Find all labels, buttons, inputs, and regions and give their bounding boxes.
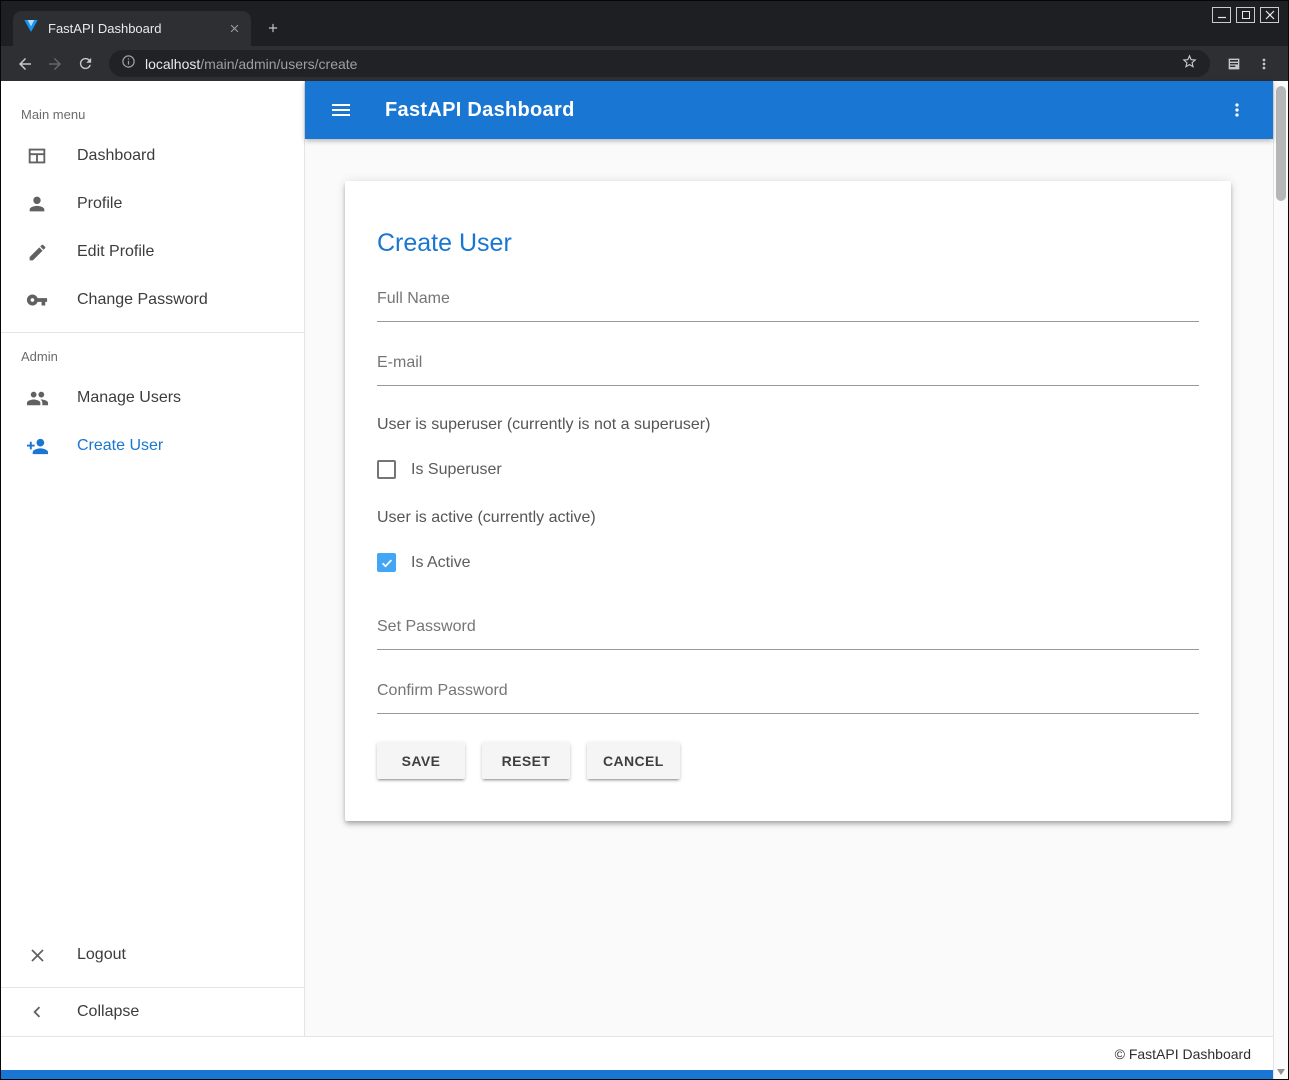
full-name-label: Full Name — [377, 290, 1199, 322]
email-field[interactable]: E-mail — [377, 354, 1199, 386]
page-title: Create User — [377, 229, 1199, 258]
new-tab-button[interactable] — [259, 14, 287, 42]
close-button[interactable] — [1260, 7, 1279, 23]
person-icon — [25, 192, 49, 216]
is-superuser-label: Is Superuser — [411, 461, 502, 479]
superuser-hint: User is superuser (currently is not a su… — [377, 416, 1199, 434]
sidebar-section-main: Main menu — [1, 91, 304, 132]
confirm-password-label: Confirm Password — [377, 682, 1199, 714]
sidebar-item-dashboard[interactable]: Dashboard — [1, 132, 304, 180]
person-add-icon — [25, 434, 49, 458]
full-name-field[interactable]: Full Name — [377, 290, 1199, 322]
pencil-icon — [25, 240, 49, 264]
sidebar: Main menu Dashboard Profile — [1, 81, 305, 1036]
is-active-checkbox[interactable] — [377, 553, 396, 572]
extensions-icon[interactable] — [1220, 50, 1248, 78]
app-bar: FastAPI Dashboard — [305, 81, 1273, 139]
is-superuser-checkbox[interactable] — [377, 460, 396, 479]
hamburger-menu-icon[interactable] — [327, 96, 355, 124]
browser-toolbar: localhost/main/admin/users/create — [1, 46, 1288, 81]
cancel-button[interactable]: CANCEL — [587, 742, 680, 779]
tab-title: FastAPI Dashboard — [48, 21, 225, 36]
window-controls — [1212, 7, 1279, 23]
email-label: E-mail — [377, 354, 1199, 386]
forward-button[interactable] — [41, 50, 69, 78]
set-password-field[interactable]: Set Password — [377, 618, 1199, 650]
maximize-button[interactable] — [1236, 7, 1255, 23]
sidebar-item-create-user[interactable]: Create User — [1, 422, 304, 470]
sidebar-item-label: Manage Users — [77, 389, 181, 407]
browser-tab[interactable]: FastAPI Dashboard — [13, 11, 251, 46]
active-hint: User is active (currently active) — [377, 509, 1199, 527]
browser-menu-icon[interactable] — [1250, 50, 1278, 78]
main-content: FastAPI Dashboard Create User Full Name — [305, 81, 1273, 1036]
sidebar-item-label: Profile — [77, 195, 122, 213]
form-buttons: SAVE RESET CANCEL — [377, 742, 1199, 779]
sidebar-item-label: Edit Profile — [77, 243, 154, 261]
url-text: localhost/main/admin/users/create — [145, 56, 1172, 72]
logout-x-icon — [25, 943, 49, 967]
confirm-password-field[interactable]: Confirm Password — [377, 682, 1199, 714]
page-viewport: Main menu Dashboard Profile — [1, 81, 1288, 1079]
is-active-label: Is Active — [411, 554, 471, 572]
sidebar-item-label: Logout — [77, 946, 126, 964]
sidebar-section-admin: Admin — [1, 333, 304, 374]
sidebar-item-logout[interactable]: Logout — [1, 931, 304, 979]
minimize-button[interactable] — [1212, 7, 1231, 23]
create-user-card: Create User Full Name E-mail User is sup… — [345, 181, 1231, 821]
sidebar-item-change-password[interactable]: Change Password — [1, 276, 304, 324]
key-icon — [25, 288, 49, 312]
save-button[interactable]: SAVE — [377, 742, 465, 779]
copyright-text: © FastAPI Dashboard — [1115, 1046, 1251, 1062]
appbar-title: FastAPI Dashboard — [385, 99, 575, 122]
scrollbar[interactable] — [1273, 81, 1288, 1079]
footer-accent-bar — [1, 1070, 1273, 1079]
sidebar-collapse-button[interactable]: Collapse — [1, 988, 304, 1036]
tab-close-button[interactable] — [225, 20, 243, 38]
footer: © FastAPI Dashboard — [1, 1036, 1273, 1070]
sidebar-item-label: Collapse — [77, 1003, 139, 1021]
page-body: Create User Full Name E-mail User is sup… — [305, 139, 1273, 1036]
page-info-icon[interactable] — [121, 54, 136, 74]
reload-button[interactable] — [71, 50, 99, 78]
sidebar-item-profile[interactable]: Profile — [1, 180, 304, 228]
set-password-label: Set Password — [377, 618, 1199, 650]
is-active-row: Is Active — [377, 553, 1199, 572]
favicon-icon — [23, 18, 39, 39]
address-bar[interactable]: localhost/main/admin/users/create — [109, 50, 1210, 77]
reset-button[interactable]: RESET — [482, 742, 570, 779]
back-button[interactable] — [11, 50, 39, 78]
sidebar-item-edit-profile[interactable]: Edit Profile — [1, 228, 304, 276]
sidebar-item-label: Change Password — [77, 291, 208, 309]
sidebar-item-label: Create User — [77, 437, 163, 455]
is-superuser-row: Is Superuser — [377, 460, 1199, 479]
scrollbar-down-arrow[interactable] — [1277, 1069, 1285, 1075]
sidebar-item-manage-users[interactable]: Manage Users — [1, 374, 304, 422]
bookmark-star-icon[interactable] — [1181, 53, 1198, 75]
people-icon — [25, 386, 49, 410]
browser-window: FastAPI Dashboard — [0, 0, 1289, 1080]
dashboard-icon — [25, 144, 49, 168]
browser-titlebar: FastAPI Dashboard — [1, 1, 1288, 46]
sidebar-item-label: Dashboard — [77, 147, 155, 165]
chevron-left-icon — [25, 1000, 49, 1024]
overflow-menu-icon[interactable] — [1223, 96, 1251, 124]
scrollbar-thumb[interactable] — [1276, 86, 1286, 201]
